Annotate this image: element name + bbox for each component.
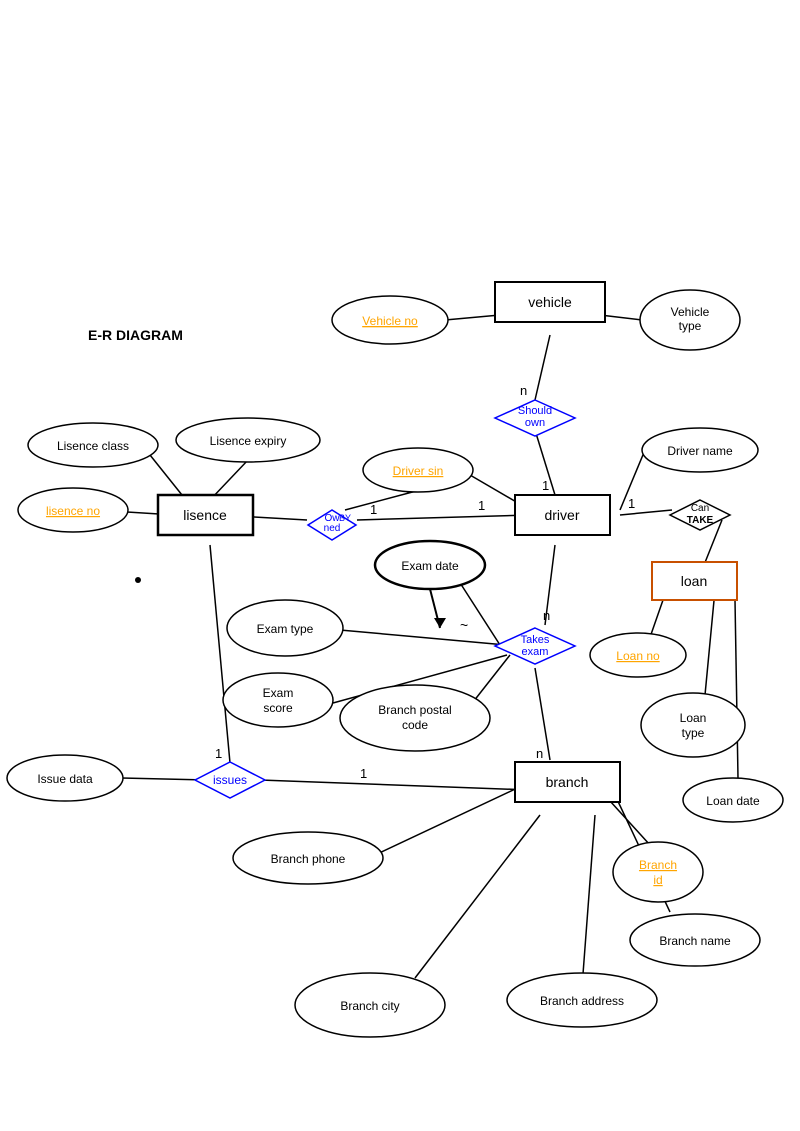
svg-text:Exam type: Exam type <box>257 622 314 636</box>
attr-exam-score <box>223 673 333 727</box>
svg-text:Driver name: Driver name <box>667 444 733 458</box>
svg-text:Takes: Takes <box>521 634 550 646</box>
svg-text:exam: exam <box>522 646 549 658</box>
attr-loan-type <box>641 693 745 757</box>
svg-text:type: type <box>679 319 702 333</box>
svg-text:vehicle: vehicle <box>528 294 572 310</box>
svg-text:Branch city: Branch city <box>340 999 399 1013</box>
svg-text:1: 1 <box>542 478 549 493</box>
attr-branch-id <box>613 842 703 902</box>
diagram-title: E-R DIAGRAM <box>88 327 183 343</box>
svg-text:score: score <box>263 701 293 715</box>
svg-text:Vehicle: Vehicle <box>671 305 710 319</box>
svg-text:Branch name: Branch name <box>659 934 731 948</box>
svg-text:n: n <box>543 608 550 623</box>
svg-text:~: ~ <box>460 617 468 633</box>
svg-text:Exam date: Exam date <box>401 559 459 573</box>
svg-text:Loan: Loan <box>680 711 707 725</box>
svg-text:1: 1 <box>370 502 377 517</box>
svg-text:1: 1 <box>628 496 635 511</box>
svg-text:Loan date: Loan date <box>706 794 760 808</box>
svg-text:Issue data: Issue data <box>37 772 93 786</box>
svg-text:ned: ned <box>324 523 341 534</box>
svg-text:branch: branch <box>546 774 589 790</box>
svg-text:Lisence expiry: Lisence expiry <box>210 434 287 448</box>
svg-text:lisence: lisence <box>183 507 227 523</box>
svg-text:Branch address: Branch address <box>540 994 624 1008</box>
svg-text:type: type <box>682 726 705 740</box>
svg-text:code: code <box>402 718 428 732</box>
svg-text:Branch: Branch <box>639 858 677 872</box>
svg-text:Branch postal: Branch postal <box>378 703 451 717</box>
svg-text:n: n <box>536 746 543 761</box>
svg-text:loan: loan <box>681 573 707 589</box>
er-diagram: E-R DIAGRAM n 1 1 1 n <box>0 0 800 1131</box>
svg-text:issues: issues <box>213 773 247 787</box>
svg-text:id: id <box>653 873 662 887</box>
svg-text:1: 1 <box>215 746 222 761</box>
svg-text:Vehicle no: Vehicle no <box>362 314 418 328</box>
svg-text:1: 1 <box>478 498 485 513</box>
svg-text:Lisence class: Lisence class <box>57 439 129 453</box>
svg-text:Driver sin: Driver sin <box>393 464 444 478</box>
svg-text:TAKE: TAKE <box>687 515 714 526</box>
svg-text:own: own <box>525 417 545 429</box>
svg-text:1: 1 <box>360 766 367 781</box>
svg-text:Loan no: Loan no <box>616 649 660 663</box>
svg-text:driver: driver <box>544 507 579 523</box>
svg-text:BY: BY <box>339 513 351 523</box>
svg-text:Exam: Exam <box>263 686 294 700</box>
svg-text:lisence no: lisence no <box>46 504 100 518</box>
svg-text:Can: Can <box>691 503 709 514</box>
svg-text:Should: Should <box>518 405 552 417</box>
svg-text:Branch phone: Branch phone <box>271 852 346 866</box>
svg-text:n: n <box>520 383 527 398</box>
